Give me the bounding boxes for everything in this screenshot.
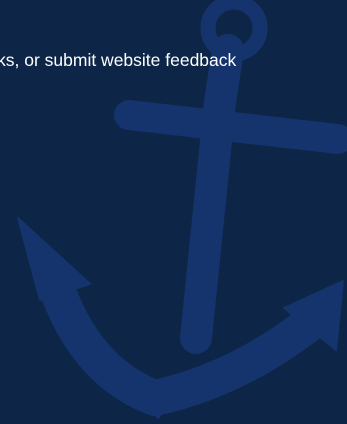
submit-feedback-text: ks, or submit website feedback [0, 50, 237, 70]
footer-panel: ks, or submit website feedback [0, 0, 347, 424]
